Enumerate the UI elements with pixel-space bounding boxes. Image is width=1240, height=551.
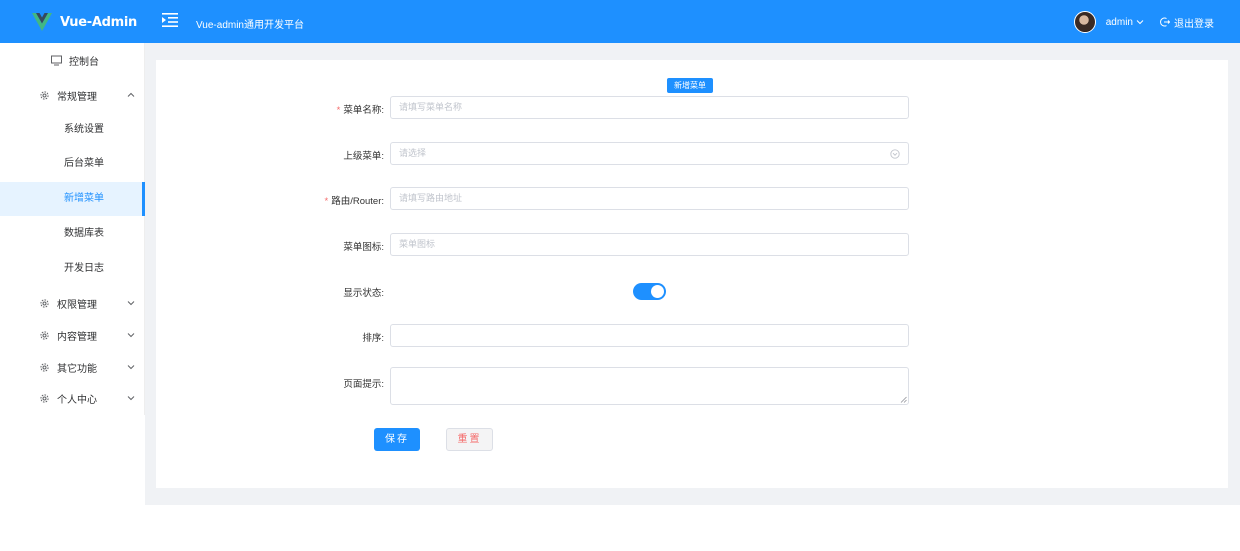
sidebar-item-system-settings[interactable]: 系统设置 (0, 113, 145, 147)
placeholder-text: 请填写菜单名称 (399, 102, 463, 112)
form-card (156, 60, 1228, 488)
menu-fold-icon[interactable] (162, 13, 178, 27)
router-input[interactable]: 请填写路由地址 (390, 187, 909, 210)
top-header: Vue-Admin Vue-admin通用开发平台 admin 退出登录 (0, 0, 1240, 43)
sidebar-group-permissions[interactable]: 权限管理 (0, 293, 145, 313)
sort-input[interactable] (390, 324, 909, 347)
sidebar-item-dashboard[interactable]: 控制台 (0, 50, 145, 70)
sidebar-item-label: 控制台 (69, 56, 99, 68)
avatar[interactable] (1073, 11, 1096, 33)
label-text: 路由/Router: (331, 196, 384, 207)
chevron-up-icon (127, 92, 135, 97)
resize-handle-icon[interactable] (900, 396, 907, 403)
display-status-switch[interactable] (633, 283, 666, 300)
chevron-down-icon (127, 365, 135, 370)
placeholder-text: 请填写路由地址 (399, 193, 463, 203)
user-name-dropdown[interactable]: admin (1106, 17, 1133, 28)
label-text: 菜单名称: (343, 105, 384, 116)
sidebar-item-backend-menu[interactable]: 后台菜单 (0, 147, 145, 181)
page-hint-textarea[interactable] (390, 367, 909, 405)
gear-icon (40, 393, 49, 403)
sidebar-item-database-tables[interactable]: 数据库表 (0, 217, 145, 251)
switch-knob (651, 285, 664, 298)
placeholder-text: 菜单图标 (399, 239, 436, 249)
sidebar-group-label: 个人中心 (57, 394, 97, 406)
required-mark: * (336, 105, 341, 116)
user-area: admin 退出登录 (1073, 11, 1214, 33)
page-hint-label: 页面提示: (343, 379, 384, 390)
chevron-down-icon (127, 396, 135, 401)
save-button[interactable]: 保存 (374, 428, 420, 451)
placeholder-text: 请选择 (399, 148, 427, 158)
reset-button[interactable]: 重置 (446, 428, 493, 451)
sidebar-group-regular[interactable]: 常规管理 (0, 85, 145, 105)
logout-icon (1160, 17, 1170, 27)
sort-label: 排序: (362, 333, 384, 344)
app-logo[interactable]: Vue-Admin (32, 11, 137, 33)
vue-logo-icon (32, 13, 52, 31)
chevron-down-icon (127, 301, 135, 306)
sidebar-group-other[interactable]: 其它功能 (0, 357, 145, 377)
sidebar-group-personal[interactable]: 个人中心 (0, 388, 145, 408)
sidebar: 控制台 常规管理 系统设置 后台菜单 新增菜单 数据库表 开发日志 权限管理 内… (0, 43, 145, 415)
sidebar-group-label: 常规管理 (57, 91, 97, 103)
menu-name-input[interactable]: 请填写菜单名称 (390, 96, 909, 119)
parent-menu-select[interactable]: 请选择 (390, 142, 909, 165)
display-status-label: 显示状态: (343, 288, 384, 299)
sidebar-group-label: 内容管理 (57, 331, 97, 343)
gear-icon (40, 298, 49, 308)
menu-icon-input[interactable]: 菜单图标 (390, 233, 909, 256)
sidebar-group-content[interactable]: 内容管理 (0, 325, 145, 345)
logout-button[interactable]: 退出登录 (1160, 15, 1214, 30)
monitor-icon (51, 55, 62, 65)
required-mark: * (324, 196, 329, 207)
sidebar-item-dev-log[interactable]: 开发日志 (0, 252, 145, 286)
sidebar-group-label: 其它功能 (57, 363, 97, 375)
chevron-circle-icon (890, 149, 900, 159)
platform-title: Vue-admin通用开发平台 (196, 20, 304, 31)
chevron-down-icon[interactable] (1136, 18, 1144, 26)
menu-name-label: * 菜单名称: (224, 102, 384, 116)
parent-menu-label: 上级菜单: (343, 151, 384, 162)
gear-icon (40, 330, 49, 340)
sidebar-item-add-menu[interactable]: 新增菜单 (0, 182, 145, 216)
logout-label: 退出登录 (1174, 18, 1214, 30)
menu-icon-label: 菜单图标: (343, 242, 384, 253)
gear-icon (40, 362, 49, 372)
sidebar-group-label: 权限管理 (57, 299, 97, 311)
logo-text: Vue-Admin (60, 14, 137, 30)
chevron-down-icon (127, 333, 135, 338)
router-label: * 路由/Router: (224, 193, 385, 207)
gear-icon (40, 90, 49, 100)
form-title-badge: 新增菜单 (667, 78, 713, 93)
